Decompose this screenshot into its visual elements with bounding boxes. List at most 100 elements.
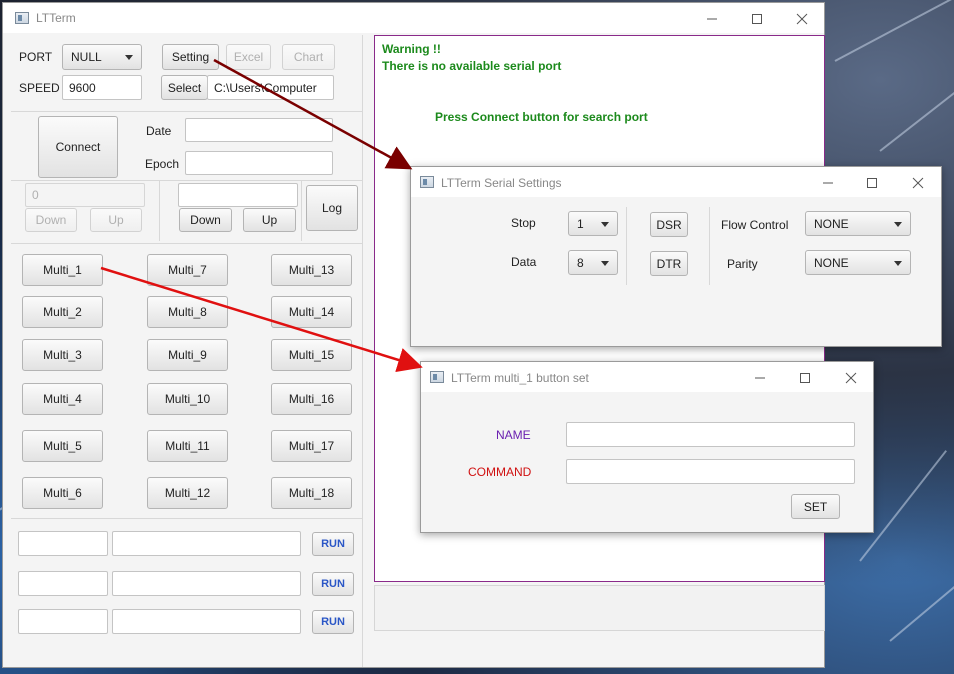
minimize-icon[interactable]	[742, 365, 778, 389]
log-button[interactable]: Log	[306, 185, 358, 231]
multi-button-18[interactable]: Multi_18	[271, 477, 352, 509]
path-input[interactable]: C:\Users\Computer	[207, 75, 334, 100]
stop-label: Stop	[511, 216, 536, 230]
dsr-button[interactable]: DSR	[650, 212, 688, 237]
main-titlebar[interactable]: LTTerm	[3, 3, 824, 33]
stop-select[interactable]: 1	[568, 211, 618, 236]
app-icon	[420, 176, 434, 188]
multi-button-1[interactable]: Multi_1	[22, 254, 103, 286]
multi-button-3[interactable]: Multi_3	[22, 339, 103, 371]
wallpaper-streak	[879, 76, 954, 152]
multi-button-14[interactable]: Multi_14	[271, 296, 352, 328]
maximize-icon[interactable]	[787, 365, 823, 389]
chevron-down-icon	[894, 221, 902, 227]
multi-button-set-window: LTTerm multi_1 button set NAME COMMAND S…	[420, 361, 874, 533]
port-label: PORT	[19, 50, 53, 64]
multi-button-6[interactable]: Multi_6	[22, 477, 103, 509]
speed-input[interactable]: 9600	[62, 75, 142, 100]
multi-button-7[interactable]: Multi_7	[147, 254, 228, 286]
stop-select-value: 1	[577, 216, 584, 231]
speed-label: SPEED	[19, 81, 60, 95]
up-button-disabled[interactable]: Up	[90, 208, 142, 232]
app-icon	[430, 371, 444, 383]
run-name-input-1[interactable]	[18, 531, 108, 556]
flow-control-label: Flow Control	[721, 218, 789, 232]
divider	[11, 111, 363, 112]
chevron-down-icon	[601, 221, 609, 227]
date-field[interactable]	[185, 118, 333, 142]
flow-control-select[interactable]: NONE	[805, 211, 911, 236]
multi-button-12[interactable]: Multi_12	[147, 477, 228, 509]
set-button[interactable]: SET	[791, 494, 840, 519]
chevron-down-icon	[601, 260, 609, 266]
setting-button[interactable]: Setting	[162, 44, 219, 70]
run-button-1[interactable]: RUN	[312, 532, 354, 556]
multi-button-9[interactable]: Multi_9	[147, 339, 228, 371]
run-button-2[interactable]: RUN	[312, 572, 354, 596]
minimize-icon[interactable]	[694, 6, 730, 30]
command-label: COMMAND	[468, 465, 532, 479]
divider	[159, 181, 160, 241]
down-button-disabled[interactable]: Down	[25, 208, 77, 232]
divider	[301, 181, 302, 241]
main-window-title: LTTerm	[36, 11, 76, 25]
run-button-3[interactable]: RUN	[312, 610, 354, 634]
step-input[interactable]	[178, 183, 298, 207]
excel-button[interactable]: Excel	[226, 44, 271, 70]
name-field[interactable]	[566, 422, 855, 447]
wallpaper-streak	[834, 0, 954, 62]
flow-control-value: NONE	[814, 216, 849, 231]
run-command-input-2[interactable]	[112, 571, 301, 596]
serial-settings-title: LTTerm Serial Settings	[441, 176, 562, 190]
run-command-input-3[interactable]	[112, 609, 301, 634]
parity-label: Parity	[727, 257, 758, 271]
close-icon[interactable]	[900, 170, 936, 194]
multi-button-13[interactable]: Multi_13	[271, 254, 352, 286]
multi-button-5[interactable]: Multi_5	[22, 430, 103, 462]
minimize-icon[interactable]	[810, 170, 846, 194]
counter-input[interactable]: 0	[25, 183, 145, 207]
epoch-label: Epoch	[145, 157, 180, 171]
parity-select[interactable]: NONE	[805, 250, 911, 275]
multi-button-2[interactable]: Multi_2	[22, 296, 103, 328]
data-select[interactable]: 8	[568, 250, 618, 275]
terminal-input[interactable]	[374, 585, 825, 631]
epoch-field[interactable]	[185, 151, 333, 175]
divider	[362, 35, 363, 667]
multi-button-4[interactable]: Multi_4	[22, 383, 103, 415]
divider	[709, 207, 710, 285]
multi-button-17[interactable]: Multi_17	[271, 430, 352, 462]
wallpaper-streak	[889, 563, 954, 642]
run-name-input-3[interactable]	[18, 609, 108, 634]
multi-button-10[interactable]: Multi_10	[147, 383, 228, 415]
multi-dialog-title: LTTerm multi_1 button set	[451, 371, 589, 385]
port-select[interactable]: NULL	[62, 44, 142, 70]
data-label: Data	[511, 255, 537, 269]
close-icon[interactable]	[833, 365, 869, 389]
terminal-hint: Press Connect button for search port	[435, 110, 648, 124]
run-name-input-2[interactable]	[18, 571, 108, 596]
divider	[11, 180, 363, 181]
maximize-icon[interactable]	[739, 6, 775, 30]
chart-button[interactable]: Chart	[282, 44, 335, 70]
serial-settings-titlebar[interactable]: LTTerm Serial Settings	[411, 167, 941, 197]
date-label: Date	[146, 124, 172, 138]
multi-dialog-titlebar[interactable]: LTTerm multi_1 button set	[421, 362, 873, 392]
multi-button-15[interactable]: Multi_15	[271, 339, 352, 371]
maximize-icon[interactable]	[854, 170, 890, 194]
multi-button-11[interactable]: Multi_11	[147, 430, 228, 462]
connect-button[interactable]: Connect	[38, 116, 118, 178]
command-field[interactable]	[566, 459, 855, 484]
multi-button-16[interactable]: Multi_16	[271, 383, 352, 415]
chevron-down-icon	[125, 55, 133, 60]
divider	[11, 243, 363, 244]
serial-settings-window: LTTerm Serial Settings Stop 1 Data 8 DSR…	[410, 166, 942, 347]
terminal-no-port: There is no available serial port	[382, 59, 562, 73]
dtr-button[interactable]: DTR	[650, 251, 688, 276]
down-button[interactable]: Down	[179, 208, 232, 232]
run-command-input-1[interactable]	[112, 531, 301, 556]
select-path-button[interactable]: Select	[161, 75, 208, 100]
multi-button-8[interactable]: Multi_8	[147, 296, 228, 328]
close-icon[interactable]	[784, 6, 820, 30]
up-button[interactable]: Up	[243, 208, 296, 232]
